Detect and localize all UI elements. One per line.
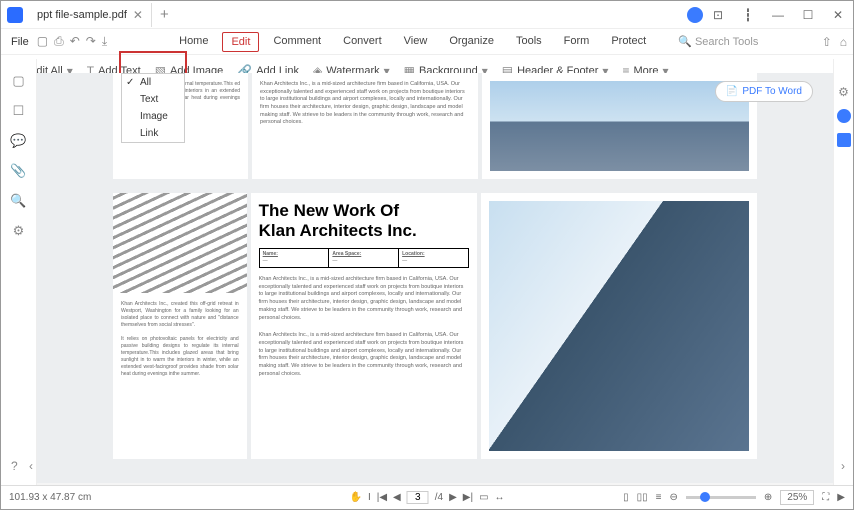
first-page-icon[interactable]: |◀ — [377, 492, 387, 503]
search-tools[interactable]: 🔍 Search Tools — [678, 35, 758, 48]
print-icon[interactable]: ⎙ — [54, 34, 64, 49]
file-menu[interactable]: File — [7, 36, 33, 48]
select-tool-icon[interactable]: I — [368, 492, 371, 503]
zoom-slider[interactable] — [686, 496, 756, 499]
dropdown-text[interactable]: Text — [122, 91, 184, 108]
left-sidebar: ▢ ☐ 💬 📎 🔍 ⚙ — [1, 59, 37, 485]
zoom-handle[interactable] — [700, 492, 710, 502]
share-icon[interactable]: ⇧ — [822, 35, 832, 49]
tab-title: ppt file-sample.pdf — [37, 9, 127, 21]
avatar[interactable] — [687, 7, 703, 23]
fit-width-icon[interactable]: ↔ — [495, 492, 505, 503]
tab-view[interactable]: View — [396, 32, 436, 52]
prev-page-icon[interactable]: ◀ — [393, 492, 401, 503]
new-tab-button[interactable]: + — [152, 6, 177, 23]
feedback-icon[interactable]: ⊡ — [703, 8, 733, 22]
zoom-out-icon[interactable]: ⊖ — [670, 492, 678, 503]
open-icon[interactable]: ▢ — [37, 34, 48, 49]
comments-icon[interactable]: 💬 — [10, 133, 26, 149]
expand-icon[interactable]: ⌂ — [840, 35, 847, 49]
tab-comment[interactable]: Comment — [265, 32, 329, 52]
prev-arrow[interactable]: ‹ — [29, 459, 33, 473]
dropdown-image[interactable]: Image — [122, 108, 184, 125]
next-arrow[interactable]: › — [841, 459, 845, 473]
attachments-icon[interactable]: 📎 — [10, 163, 26, 179]
fit-page-icon[interactable]: ▭ — [479, 492, 488, 503]
zoom-value[interactable]: 25% — [780, 490, 814, 505]
page-dimensions: 101.93 x 47.87 cm — [9, 492, 91, 503]
page-input[interactable] — [407, 491, 429, 504]
undo-icon[interactable]: ↶ — [70, 34, 80, 49]
view-single-icon[interactable]: ▯ — [623, 492, 629, 503]
redo-icon[interactable]: ↷ — [86, 34, 96, 49]
right-sidebar: ⚙ — [833, 59, 853, 485]
hand-tool-icon[interactable]: ✋ — [349, 492, 361, 503]
tab-edit[interactable]: Edit — [222, 32, 259, 52]
tab-tools[interactable]: Tools — [508, 32, 550, 52]
thumbnails-icon[interactable]: ▢ — [12, 73, 24, 89]
next-page-icon[interactable]: ▶ — [449, 492, 457, 503]
fullscreen-icon[interactable]: ⛶ — [822, 492, 829, 503]
minimize-button[interactable]: — — [763, 8, 793, 22]
settings-icon[interactable]: ⚙ — [838, 85, 849, 99]
zoom-in-icon[interactable]: ⊕ — [764, 492, 772, 503]
page-image-right-2 — [481, 193, 757, 459]
view-continuous-icon[interactable]: ≡ — [656, 492, 662, 503]
tab-home[interactable]: Home — [171, 32, 216, 52]
page-total: /4 — [435, 492, 443, 503]
ai-icon[interactable] — [837, 109, 851, 123]
edit-all-dropdown: All Text Image Link — [121, 73, 185, 143]
tab-convert[interactable]: Convert — [335, 32, 390, 52]
page-text-center: Khan Architects Inc., is a mid-sized arc… — [252, 73, 478, 179]
menu-dots-icon[interactable]: ┇ — [733, 8, 763, 22]
tab-form[interactable]: Form — [556, 32, 598, 52]
file-tab[interactable]: ppt file-sample.pdf ✕ — [29, 3, 152, 27]
present-icon[interactable]: ▶ — [837, 492, 845, 503]
pdf-to-word-button[interactable]: 📄 PDF To Word — [715, 81, 813, 102]
close-icon[interactable]: ✕ — [133, 8, 143, 22]
last-page-icon[interactable]: ▶| — [463, 492, 473, 503]
page-main-column: The New Work OfKlan Architects Inc. Name… — [251, 193, 477, 459]
maximize-button[interactable]: ☐ — [793, 8, 823, 22]
help-icon[interactable]: ? — [11, 459, 18, 473]
page-image-left: Khan Architects Inc., created this off-g… — [113, 193, 247, 459]
tab-protect[interactable]: Protect — [603, 32, 654, 52]
bookmarks-icon[interactable]: ☐ — [13, 103, 25, 119]
dropdown-all[interactable]: All — [122, 74, 184, 91]
translate-icon[interactable] — [837, 133, 851, 147]
gear-icon[interactable]: ⚙ — [13, 223, 25, 239]
tab-organize[interactable]: Organize — [441, 32, 502, 52]
close-button[interactable]: ✕ — [823, 8, 853, 22]
view-double-icon[interactable]: ▯▯ — [637, 492, 648, 503]
save-icon[interactable]: ⤓ — [102, 34, 107, 49]
search-icon[interactable]: 🔍 — [10, 193, 26, 209]
app-icon — [7, 7, 23, 23]
dropdown-link[interactable]: Link — [122, 125, 184, 142]
